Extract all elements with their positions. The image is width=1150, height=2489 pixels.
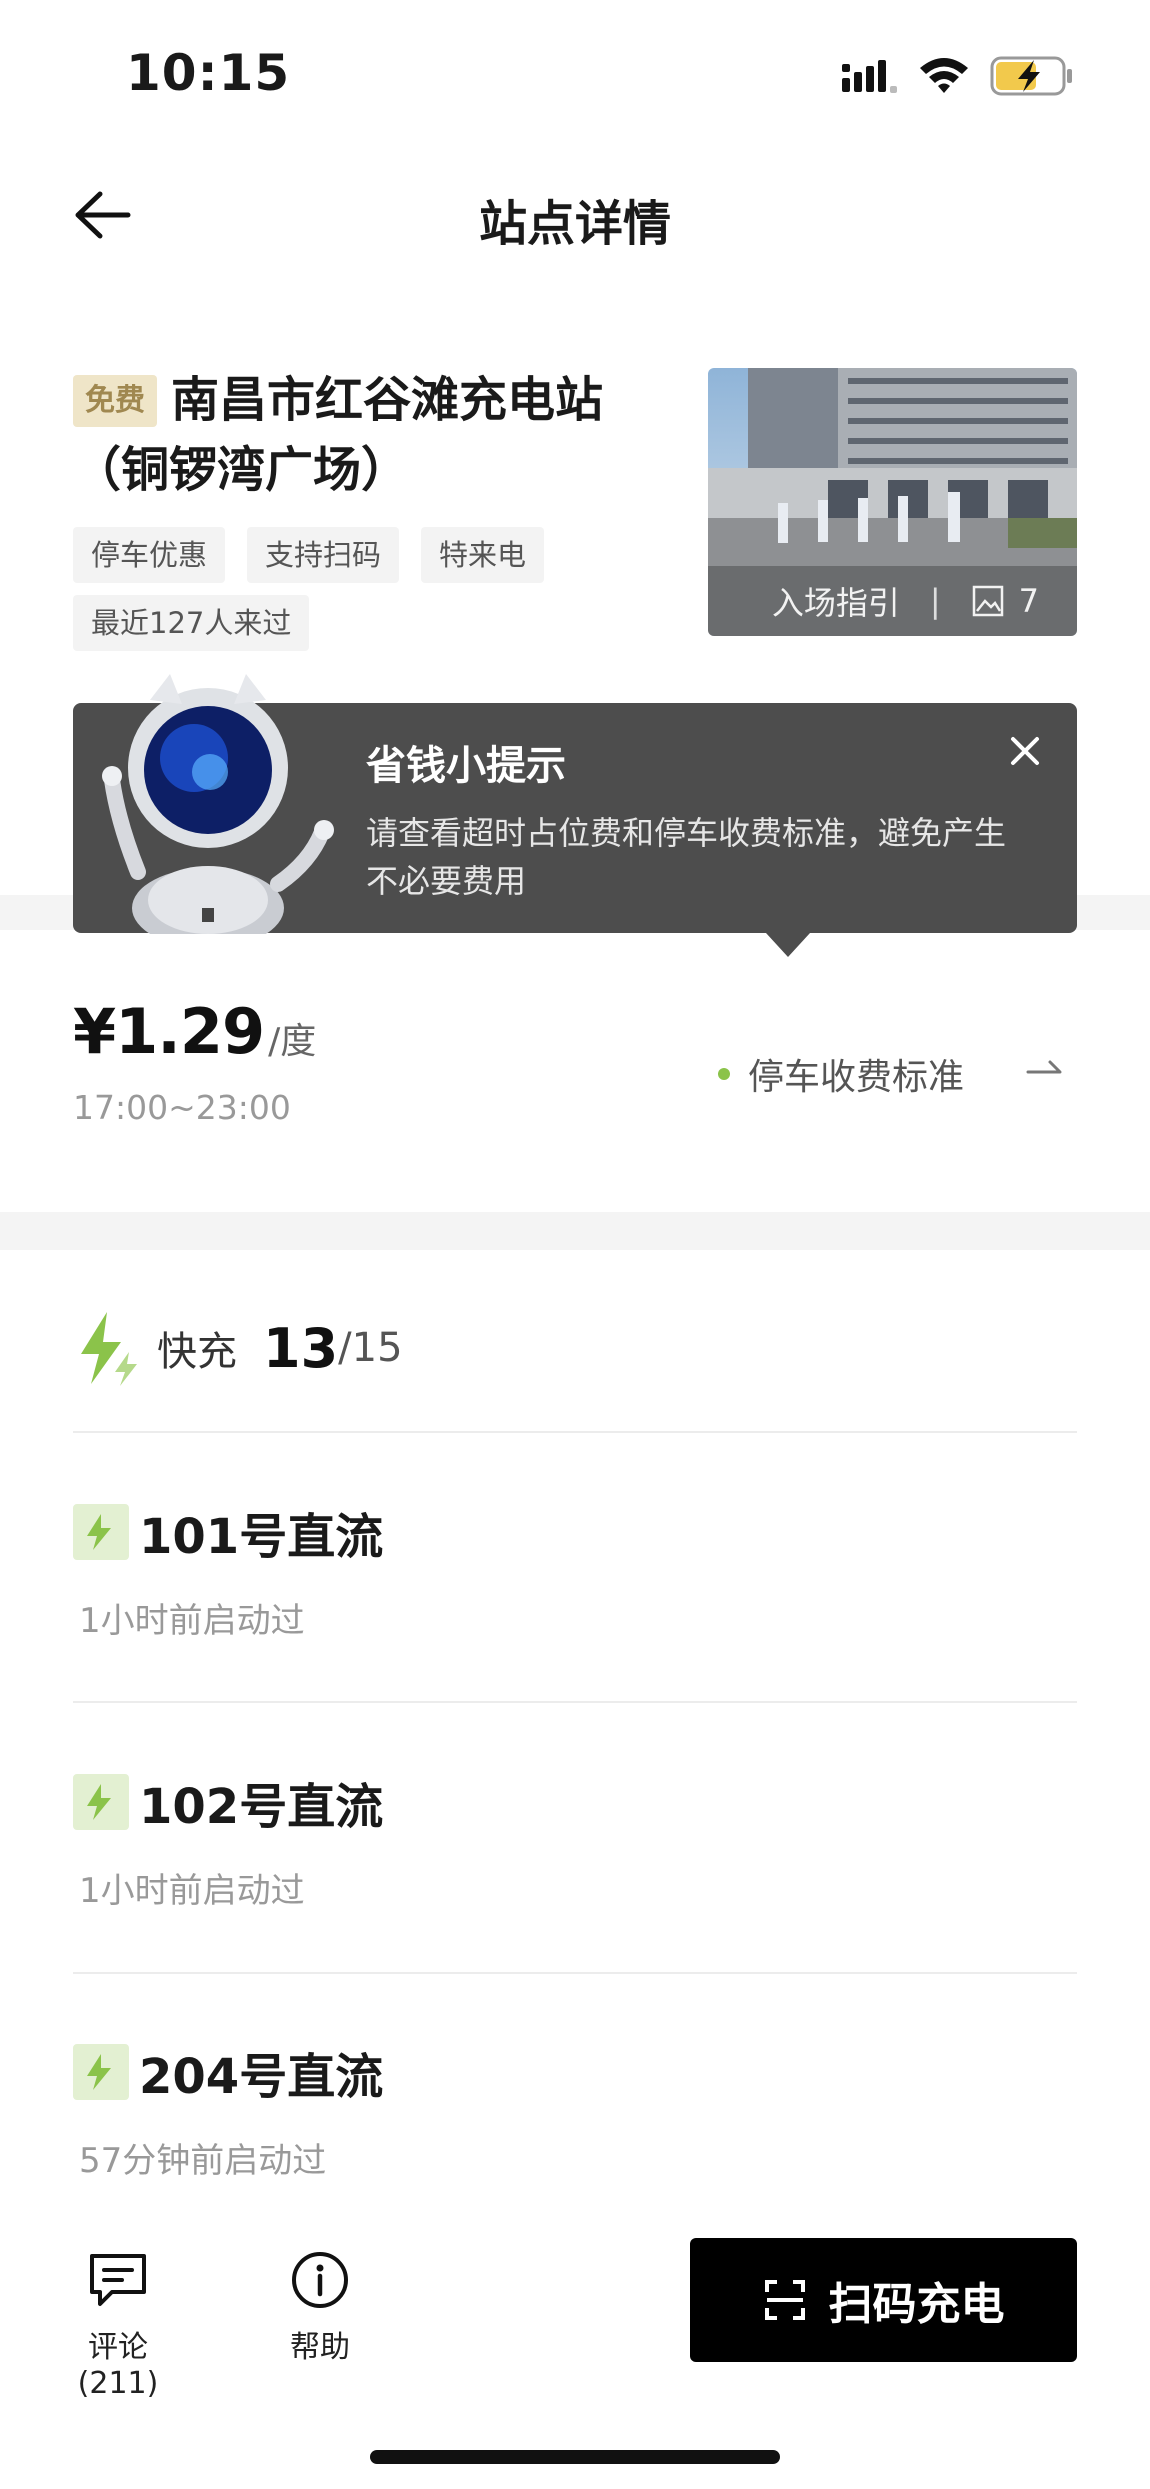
charger-item[interactable]: 101号直流 1小时前启动过 — [73, 1497, 1077, 1642]
charger-name: 101号直流 — [139, 1509, 384, 1565]
scan-icon — [764, 2280, 805, 2320]
status-time: 10:15 — [126, 44, 291, 102]
caption-separator: | — [929, 582, 941, 620]
station-tags: 停车优惠 支持扫码 特来电最近127人来过 — [73, 527, 633, 663]
gallery-icon — [972, 585, 1003, 617]
home-indicator — [370, 2450, 780, 2464]
tag-scan-support: 支持扫码 — [247, 527, 400, 583]
charger-name: 102号直流 — [139, 1779, 384, 1835]
fast-charge-total: /15 — [338, 1325, 403, 1371]
scan-charge-label: 扫码充电 — [828, 2279, 1005, 2330]
photo-caption: 入场指引 | 7 — [708, 566, 1077, 636]
tag-parking-discount: 停车优惠 — [73, 527, 226, 583]
wifi-icon — [920, 58, 968, 93]
nav-bar: 站点详情 — [0, 160, 1150, 270]
photo-count: 7 — [1018, 582, 1039, 620]
tag-recent-visitors: 最近127人来过 — [73, 595, 310, 651]
tip-title: 省钱小提示 — [366, 743, 566, 789]
station-photo[interactable]: 入场指引 | 7 — [708, 368, 1077, 636]
tag-operator: 特来电 — [421, 527, 545, 583]
charger-lightning-icon — [73, 2044, 129, 2100]
status-bar: 10:15 — [0, 0, 1150, 150]
robot-mascot-icon — [102, 674, 334, 934]
fast-charge-available: 13 — [263, 1316, 339, 1380]
charger-lightning-icon — [73, 1504, 129, 1560]
bottom-action-bar: 评论(211) 帮助 扫码充电 — [0, 2210, 1150, 2489]
charger-item[interactable]: 102号直流 1小时前启动过 — [73, 1767, 1077, 1912]
entrance-guide-label: 入场指引 — [771, 584, 900, 622]
comments-label: 评论(211) — [77, 2330, 159, 2401]
comment-icon — [90, 2254, 146, 2306]
parking-fee-link[interactable]: 停车收费标准 — [718, 1048, 964, 1100]
help-button[interactable]: 帮助 — [270, 2250, 370, 2366]
cellular-signal-icon — [842, 60, 897, 93]
page-title: 站点详情 — [478, 196, 671, 252]
station-header: 免费 南昌市红谷滩充电站（铜锣湾广场） 停车优惠 支持扫码 特来电最近127人来过 — [73, 365, 613, 663]
scan-charge-button[interactable]: 扫码充电 — [690, 2238, 1077, 2362]
lightning-icon — [81, 1312, 137, 1386]
battery-charging-icon — [990, 56, 1072, 96]
close-icon[interactable] — [1005, 731, 1045, 771]
help-label: 帮助 — [290, 2330, 350, 2365]
price-unit: /度 — [268, 1021, 317, 1062]
price-value: ¥1.29 — [73, 995, 265, 1068]
section-separator — [0, 1212, 1150, 1250]
info-icon — [292, 2252, 348, 2308]
free-badge: 免费 — [73, 375, 157, 427]
tip-pointer — [766, 933, 810, 957]
charger-item[interactable]: 204号直流 57分钟前启动过 — [73, 2037, 1077, 2182]
arrow-right-icon[interactable] — [1026, 1054, 1064, 1084]
tip-text: 请查看超时占位费和停车收费标准，避免产生不必要费用 — [366, 814, 1007, 900]
charger-status: 57分钟前启动过 — [79, 2141, 327, 2181]
status-dot — [718, 1068, 730, 1080]
price-block: ¥1.29/度 — [73, 995, 316, 1068]
station-name-block: 免费 南昌市红谷滩充电站（铜锣湾广场） — [73, 365, 613, 505]
fast-charge-label: 快充 — [157, 1329, 237, 1375]
charger-status: 1小时前启动过 — [79, 1601, 305, 1641]
divider — [73, 1701, 1077, 1703]
divider — [73, 1431, 1077, 1433]
parking-fee-label: 停车收费标准 — [748, 1057, 965, 1098]
charger-status: 1小时前启动过 — [79, 1871, 305, 1911]
comments-button[interactable]: 评论(211) — [50, 2250, 186, 2401]
charger-lightning-icon — [73, 1774, 129, 1830]
charger-name: 204号直流 — [139, 2049, 384, 2105]
fast-charge-header: 快充 13/15 — [73, 1308, 403, 1388]
price-time-range: 17:00~23:00 — [73, 1088, 291, 1127]
divider — [73, 1972, 1077, 1974]
